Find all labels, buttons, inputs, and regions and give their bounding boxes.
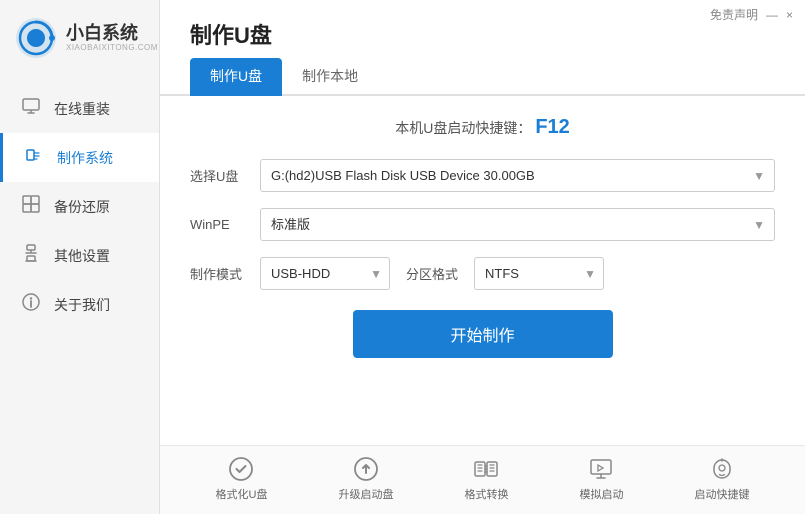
mode-partition-row: 制作模式 USB-HDD ▼ 分区格式 NTFS ▼	[190, 257, 775, 290]
tool-upgrade-boot[interactable]: 升级启动盘	[338, 456, 393, 502]
mode-label: 制作模式	[190, 264, 260, 283]
usb-control: G:(hd2)USB Flash Disk USB Device 30.00GB…	[260, 159, 775, 192]
format-usb-icon	[228, 456, 254, 482]
bottom-toolbar: 格式化U盘 升级启动盘 格式转换	[160, 445, 805, 514]
title-bar: 免责声明 — ×	[698, 0, 805, 29]
tool-simulate-boot-label: 模拟启动	[579, 486, 623, 502]
sidebar: 小白系统 XIAOBAIXITONG.COM 在线重装 制作系统	[0, 0, 160, 514]
online-reinstall-icon	[20, 96, 42, 121]
sidebar-item-make-system[interactable]: 制作系统	[0, 133, 159, 182]
logo-subtitle: XIAOBAIXITONG.COM	[66, 43, 158, 52]
logo-icon	[14, 16, 58, 60]
disclaimer-link[interactable]: 免责声明	[710, 6, 758, 23]
tool-format-usb-label: 格式化U盘	[216, 486, 268, 502]
winpe-label: WinPE	[190, 217, 260, 232]
make-system-icon	[23, 145, 45, 170]
partition-select-wrap: NTFS ▼	[474, 257, 604, 290]
shortcut-hint: 本机U盘启动快捷键：F12	[190, 116, 775, 139]
boot-shortcut-icon	[709, 456, 735, 482]
sidebar-label-backup-restore: 备份还原	[54, 197, 110, 217]
tool-upgrade-boot-label: 升级启动盘	[338, 486, 393, 502]
simulate-boot-icon	[588, 456, 614, 482]
logo-area: 小白系统 XIAOBAIXITONG.COM	[0, 0, 159, 74]
sidebar-menu: 在线重装 制作系统 备份还原	[0, 74, 159, 514]
winpe-select[interactable]: 标准版	[260, 208, 775, 241]
sidebar-item-online-reinstall[interactable]: 在线重装	[0, 84, 159, 133]
minimize-button[interactable]: —	[766, 8, 778, 22]
tool-boot-shortcut[interactable]: 启动快捷键	[694, 456, 749, 502]
tool-format-convert-label: 格式转换	[464, 486, 508, 502]
other-settings-icon	[20, 243, 42, 268]
mode-select[interactable]: USB-HDD	[260, 257, 390, 290]
content-area: 本机U盘启动快捷键：F12 选择U盘 G:(hd2)USB Flash Disk…	[160, 96, 805, 445]
tool-boot-shortcut-label: 启动快捷键	[694, 486, 749, 502]
close-button[interactable]: ×	[786, 8, 793, 22]
tool-simulate-boot[interactable]: 模拟启动	[579, 456, 623, 502]
main-content: 制作U盘 制作U盘 制作本地 本机U盘启动快捷键：F12 选择U盘 G:(hd2…	[160, 0, 805, 514]
logo-title: 小白系统	[66, 24, 158, 44]
usb-label: 选择U盘	[190, 166, 260, 185]
start-button[interactable]: 开始制作	[353, 310, 613, 358]
about-us-icon	[20, 292, 42, 317]
sidebar-label-online-reinstall: 在线重装	[54, 99, 110, 119]
partition-select[interactable]: NTFS	[474, 257, 604, 290]
winpe-select-row: WinPE 标准版 ▼	[190, 208, 775, 241]
tab-make-usb[interactable]: 制作U盘	[190, 58, 282, 96]
sidebar-label-about-us: 关于我们	[54, 295, 110, 315]
winpe-control: 标准版 ▼	[260, 208, 775, 241]
sidebar-item-backup-restore[interactable]: 备份还原	[0, 182, 159, 231]
tabs-bar: 制作U盘 制作本地	[160, 58, 805, 96]
logo-text: 小白系统 XIAOBAIXITONG.COM	[66, 24, 158, 53]
tool-format-convert[interactable]: 格式转换	[464, 456, 508, 502]
sidebar-label-other-settings: 其他设置	[54, 246, 110, 266]
tool-format-usb[interactable]: 格式化U盘	[216, 456, 268, 502]
partition-label: 分区格式	[406, 264, 458, 283]
sidebar-label-make-system: 制作系统	[57, 148, 113, 168]
tab-make-local[interactable]: 制作本地	[282, 58, 378, 96]
shortcut-prefix: 本机U盘启动快捷键：	[395, 120, 531, 136]
shortcut-key: F12	[535, 116, 569, 138]
mode-select-wrap: USB-HDD ▼	[260, 257, 390, 290]
sidebar-item-other-settings[interactable]: 其他设置	[0, 231, 159, 280]
usb-select[interactable]: G:(hd2)USB Flash Disk USB Device 30.00GB	[260, 159, 775, 192]
backup-restore-icon	[20, 194, 42, 219]
usb-select-row: 选择U盘 G:(hd2)USB Flash Disk USB Device 30…	[190, 159, 775, 192]
sidebar-item-about-us[interactable]: 关于我们	[0, 280, 159, 329]
format-convert-icon	[473, 456, 499, 482]
upgrade-boot-icon	[353, 456, 379, 482]
